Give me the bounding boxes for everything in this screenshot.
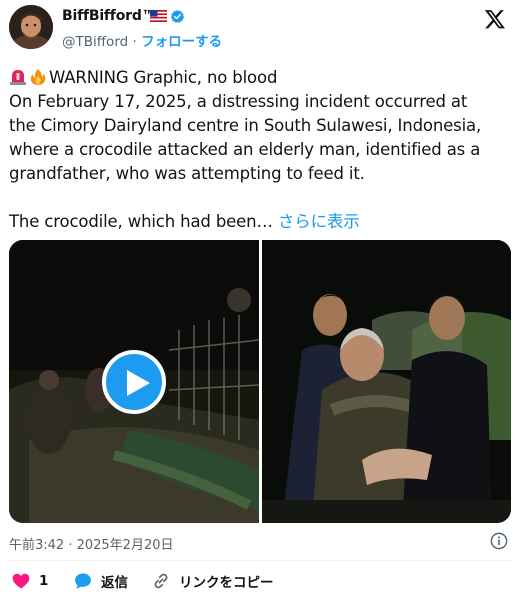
tweet-line-warning: WARNING Graphic, no blood [9, 66, 513, 90]
tweet-body: WARNING Graphic, no blood On February 17… [9, 66, 513, 234]
tweet-header: BiffBifford™ @TBifford · フォローする [0, 0, 520, 58]
follow-button[interactable]: フォローする [141, 34, 222, 50]
photo-thumbnail[interactable] [262, 240, 511, 523]
handle-line: @TBifford · フォローする [62, 30, 222, 50]
separator-dot: · [132, 34, 137, 50]
rotating-light-icon [10, 70, 26, 85]
author-display-name[interactable]: BiffBifford™ [62, 8, 156, 24]
x-logo-icon[interactable] [484, 8, 506, 30]
reply-button[interactable]: 返信 [73, 570, 128, 592]
reply-bubble-icon [75, 573, 91, 589]
actions-divider [9, 560, 511, 561]
avatar[interactable] [9, 5, 53, 49]
action-bar: 1 返信 リンクをコピー [9, 570, 511, 592]
tweet-line-2: On February 17, 2025, a distressing inci… [9, 92, 468, 111]
tweet-timestamp[interactable]: 午前3:42 · 2025年2月20日 [9, 534, 174, 553]
tweet-line-6: The crocodile, which had been… [9, 212, 273, 231]
play-icon [127, 370, 150, 396]
tweet-blank-line [9, 186, 513, 210]
author-handle[interactable]: @TBifford [62, 34, 128, 50]
tweet-line-3: the Cimory Dairyland centre in South Sul… [9, 116, 482, 135]
tweet-line-1: WARNING Graphic, no blood [49, 68, 278, 87]
tweet-line-6-wrap: The crocodile, which had been… さらに表示 [9, 210, 513, 234]
link-icon [154, 573, 168, 589]
copy-link-label: リンクをコピー [179, 575, 274, 591]
reply-label: 返信 [101, 575, 128, 591]
verified-badge-icon [170, 9, 185, 23]
like-count: 1 [39, 573, 49, 589]
info-icon[interactable] [490, 532, 508, 550]
us-flag-icon [150, 10, 167, 22]
video-thumbnail[interactable] [9, 240, 259, 523]
like-button[interactable]: 1 [11, 570, 48, 592]
tweet-line-4: where a crocodile attacked an elderly ma… [9, 140, 481, 159]
play-button[interactable] [102, 350, 166, 414]
show-more-link[interactable]: さらに表示 [278, 212, 360, 231]
heart-icon [12, 573, 30, 589]
tweet-line-5: grandfather, who was attempting to feed … [9, 164, 365, 183]
media-grid [9, 240, 511, 523]
copy-link-button[interactable]: リンクをコピー [151, 570, 274, 592]
fire-icon [30, 69, 46, 85]
